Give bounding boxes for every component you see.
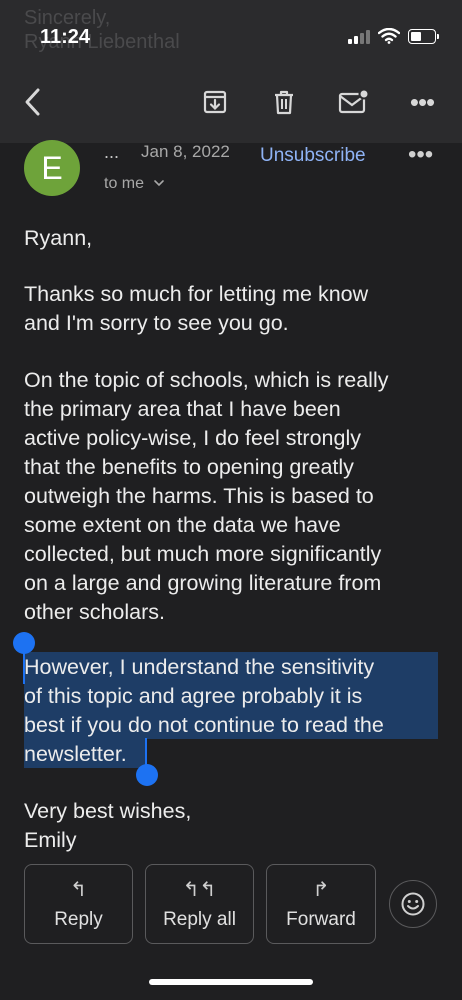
paragraph-2: On the topic of schools, which is really… [24,366,388,627]
closing-block: Very best wishes, Emily [24,797,191,855]
status-icons [348,28,439,44]
selection-start-handle[interactable] [13,632,35,654]
chevron-down-icon [154,180,165,187]
recipient-label: to me [104,175,145,192]
forward-button[interactable]: ↱ Forward [266,864,376,944]
back-button[interactable] [18,84,50,120]
reply-all-button[interactable]: ↰↰ Reply all [145,864,254,944]
selection-end-handle[interactable] [136,764,158,786]
paragraph-line: and I'm sorry to see you go. [24,311,289,335]
top-app-bar: Sincerely, Ryann Liebenthal 11:24 ••• [0,0,462,143]
reply-all-label: Reply all [163,909,236,930]
paragraph-line: the primary area that I have been [24,397,341,421]
signature-line: Emily [24,828,77,852]
paragraph-line: collected, but much more significantly [24,542,382,566]
sender-name-truncated[interactable]: ... [104,142,119,163]
battery-icon [408,28,439,44]
paragraph-line: that the benefits to opening greatly [24,455,354,479]
unsubscribe-link[interactable]: Unsubscribe [260,145,366,167]
recipient-details-toggle[interactable]: to me [104,175,165,193]
toolbar-more-button[interactable]: ••• [404,84,440,120]
delete-button[interactable] [266,84,302,120]
more-dots-icon: ••• [409,86,435,117]
cellular-signal-icon [348,28,370,44]
paragraph-line: newsletter. [24,742,127,766]
paragraph-line: Thanks so much for letting me know [24,282,369,306]
paragraph-1: Thanks so much for letting me know and I… [24,280,368,338]
mark-unread-button[interactable] [335,84,371,120]
archive-icon [203,90,227,114]
smiley-icon [401,892,425,916]
paragraph-line: However, I understand the sensitivity [24,655,375,679]
message-more-button[interactable]: ••• [408,141,433,169]
sender-avatar[interactable]: E [24,140,80,196]
forward-label: Forward [286,909,356,930]
greeting: Ryann, [24,226,93,250]
trash-icon [275,90,293,115]
chevron-left-icon [25,88,40,116]
reply-all-icon: ↰↰ [182,879,217,901]
paragraph-line: On the topic of schools, which is really [24,368,389,392]
paragraph-line: some extent on the data we have [24,513,341,537]
paragraph-line: on a large and growing literature from [24,571,382,595]
home-indicator[interactable] [149,979,313,985]
paragraph-line: outweigh the harms. This is based to [24,484,374,508]
paragraph-line: other scholars. [24,600,166,624]
reply-button[interactable]: ↰ Reply [24,864,133,944]
mail-unread-icon [338,88,369,114]
selection-start-caret [23,652,25,684]
paragraph-line: best if you do not continue to read the [24,713,384,737]
paragraph-line: active policy-wise, I do feel strongly [24,426,361,450]
reply-icon: ↰ [70,879,87,901]
emoji-reaction-button[interactable] [389,880,437,928]
paragraph-3-selected[interactable]: However, I understand the sensitivity of… [24,653,384,769]
wifi-icon [378,28,400,44]
forward-icon: ↱ [312,879,330,901]
avatar-letter: E [41,149,63,186]
archive-button[interactable] [197,84,233,120]
closing-line: Very best wishes, [24,799,192,823]
message-date: Jan 8, 2022 [141,142,230,161]
paragraph-line: of this topic and agree probably it is [24,684,363,708]
reply-label: Reply [54,909,103,930]
status-time: 11:24 [40,26,91,48]
